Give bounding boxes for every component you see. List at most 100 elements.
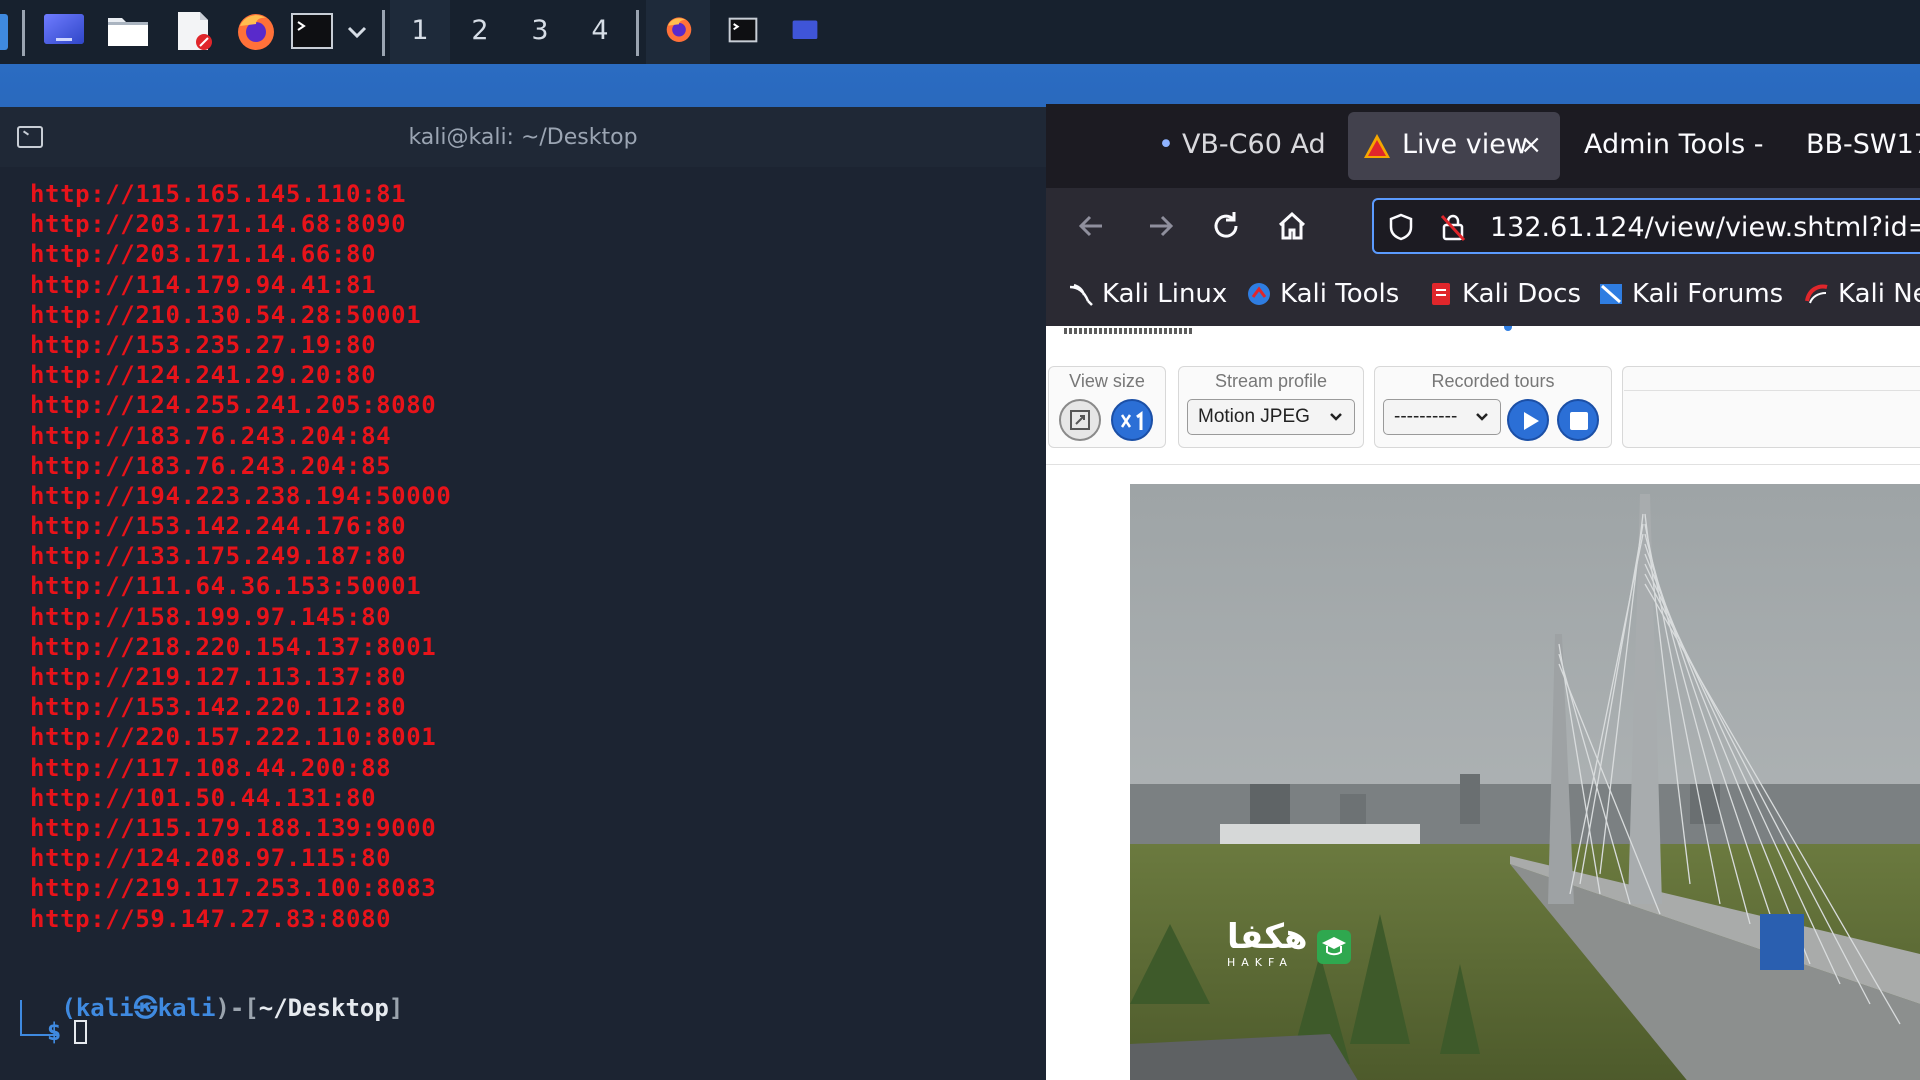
tab-bb-sw17[interactable]: BB-SW17 xyxy=(1806,112,1920,180)
url-line: http://153.142.220.112:80 xyxy=(30,693,407,722)
firefox-task[interactable] xyxy=(646,0,710,68)
firefox-icon[interactable] xyxy=(234,10,278,52)
url-line: http://124.208.97.115:80 xyxy=(30,844,392,873)
url-line: http://124.241.29.20:80 xyxy=(30,361,377,390)
url-line: http://194.223.238.194:50000 xyxy=(30,481,452,510)
toolbar-divider xyxy=(1046,464,1920,465)
prompt-mid: )-[ xyxy=(215,994,259,1022)
tab-live-view[interactable]: Live view × xyxy=(1348,112,1560,180)
address-bar[interactable]: 132.61.124/view/view.shtml?id=54 xyxy=(1372,198,1920,254)
camera-feed-image[interactable] xyxy=(1130,484,1920,1080)
desktop-task[interactable] xyxy=(772,0,836,64)
bookmark-kali-linux[interactable]: Kali Linux xyxy=(1068,276,1227,312)
bookmark-kali-forums[interactable]: Kali Forums xyxy=(1598,276,1783,312)
page-header-accent xyxy=(1504,326,1512,331)
vendor-logo xyxy=(1064,328,1194,334)
watermark-text: هكفا xyxy=(1227,917,1308,957)
navigation-toolbar: 132.61.124/view/view.shtml?id=54 xyxy=(1046,188,1920,264)
panel-separator xyxy=(636,10,639,56)
workspace-2[interactable]: 2 xyxy=(450,0,510,64)
tab-vb-c60[interactable]: • VB-C60 Ad xyxy=(1158,112,1368,180)
terminal-window[interactable]: kali@kali: ~/Desktop http://115.165.145.… xyxy=(0,107,1046,1080)
insecure-lock-icon[interactable] xyxy=(1438,212,1468,242)
url-line: http://153.142.244.176:80 xyxy=(30,512,407,541)
stream-profile-select[interactable]: Motion JPEG xyxy=(1187,399,1355,435)
url-line: http://111.64.36.153:50001 xyxy=(30,572,422,601)
chevron-down-icon xyxy=(1474,400,1490,447)
text-editor-icon[interactable] xyxy=(172,10,216,52)
prompt-at: ㉿ xyxy=(133,994,158,1022)
forward-arrow-icon xyxy=(1150,215,1174,237)
terminal-icon[interactable] xyxy=(290,10,334,52)
bookmark-kali-docs[interactable]: Kali Docs xyxy=(1428,276,1581,312)
chevron-down-icon xyxy=(1328,400,1344,447)
zoom-x1-button[interactable] xyxy=(1111,399,1153,441)
camera-live-view-page: View size Stream profile Motion JPEG Rec… xyxy=(1046,326,1920,1080)
terminal-titlebar[interactable]: kali@kali: ~/Desktop xyxy=(0,107,1046,167)
desktop-icon[interactable] xyxy=(42,10,86,52)
url-line: http://115.165.145.110:81 xyxy=(30,180,407,208)
firefox-window[interactable]: • VB-C60 Ad Live view × Admin Tools - BB-… xyxy=(1046,104,1920,1080)
url-line: http://210.130.54.28:50001 xyxy=(30,300,422,329)
terminal-title: kali@kali: ~/Desktop xyxy=(408,125,638,150)
back-button[interactable] xyxy=(1072,206,1112,246)
prompt-symbol: $ xyxy=(46,1018,62,1046)
tab-indicator: • xyxy=(1158,129,1174,160)
kali-dragon-icon xyxy=(1069,283,1093,306)
graduation-cap-icon xyxy=(1317,930,1351,964)
controls-group xyxy=(1622,366,1920,448)
prompt-host: kali xyxy=(157,994,216,1022)
shield-icon xyxy=(1389,213,1413,241)
prompt-user: kali xyxy=(75,994,134,1022)
url-line: http://218.220.154.137:8001 xyxy=(30,632,437,661)
bookmark-label: Kali Ne xyxy=(1838,279,1920,309)
url-line: http://219.117.253.100:8083 xyxy=(30,874,437,903)
workspace-4[interactable]: 4 xyxy=(570,0,630,64)
fit-window-button[interactable] xyxy=(1059,399,1101,441)
url-line: http://203.171.14.66:80 xyxy=(30,240,377,269)
tab-close-button[interactable]: × xyxy=(1520,112,1542,178)
home-icon xyxy=(1278,211,1306,240)
terminal-task-icon xyxy=(728,17,758,43)
tab-strip: • VB-C60 Ad Live view × Admin Tools - BB-… xyxy=(1046,104,1920,188)
controls-group-divider xyxy=(1624,390,1920,391)
home-button[interactable] xyxy=(1272,206,1312,246)
bookmark-kali-tools[interactable]: Kali Tools xyxy=(1246,276,1399,312)
play-tour-button[interactable] xyxy=(1507,399,1549,441)
bookmark-label: Kali Tools xyxy=(1280,279,1400,309)
file-manager-icon[interactable] xyxy=(106,10,150,52)
recorded-tours-group: Recorded tours ---------- xyxy=(1374,366,1612,448)
stop-icon xyxy=(1570,412,1588,430)
kali-menu-icon[interactable] xyxy=(0,14,8,50)
stop-tour-button[interactable] xyxy=(1557,399,1599,441)
reload-button[interactable] xyxy=(1206,206,1246,246)
url-line: http://114.179.94.41:81 xyxy=(30,270,377,299)
url-line: http://117.108.44.200:88 xyxy=(30,753,392,782)
prompt-path: ~/Desktop xyxy=(258,994,389,1022)
url-line: http://220.157.222.110:8001 xyxy=(30,723,437,752)
recorded-tours-label: Recorded tours xyxy=(1431,371,1555,391)
prompt-close: ] xyxy=(388,994,404,1022)
tab-admin-tools[interactable]: Admin Tools - xyxy=(1584,112,1774,180)
dropdown-chevron-icon[interactable] xyxy=(344,20,370,62)
forward-button[interactable] xyxy=(1140,206,1180,246)
back-arrow-icon xyxy=(1078,215,1102,237)
kali-docs-icon xyxy=(1432,283,1450,305)
url-line: http://219.127.113.137:80 xyxy=(30,663,407,691)
view-size-group: View size xyxy=(1048,366,1166,448)
warning-triangle-icon xyxy=(1364,134,1390,158)
terminal-cursor[interactable] xyxy=(74,1020,87,1044)
recorded-tours-select[interactable]: ---------- xyxy=(1383,399,1501,435)
recorded-tours-value: ---------- xyxy=(1394,406,1458,427)
panel-separator xyxy=(22,10,25,56)
terminal-task[interactable] xyxy=(710,0,774,64)
workspace-1[interactable]: 1 xyxy=(390,0,450,68)
bookmark-kali-nethunter[interactable]: Kali Ne xyxy=(1804,276,1920,312)
stream-profile-value: Motion JPEG xyxy=(1198,406,1310,427)
kali-tools-icon xyxy=(1248,283,1270,305)
zoom-x1-icon xyxy=(1120,411,1143,430)
url-line: http://133.175.249.187:80 xyxy=(30,542,407,571)
view-size-label: View size xyxy=(1069,371,1145,391)
bookmark-label: Kali Linux xyxy=(1102,279,1228,309)
workspace-3[interactable]: 3 xyxy=(510,0,570,64)
